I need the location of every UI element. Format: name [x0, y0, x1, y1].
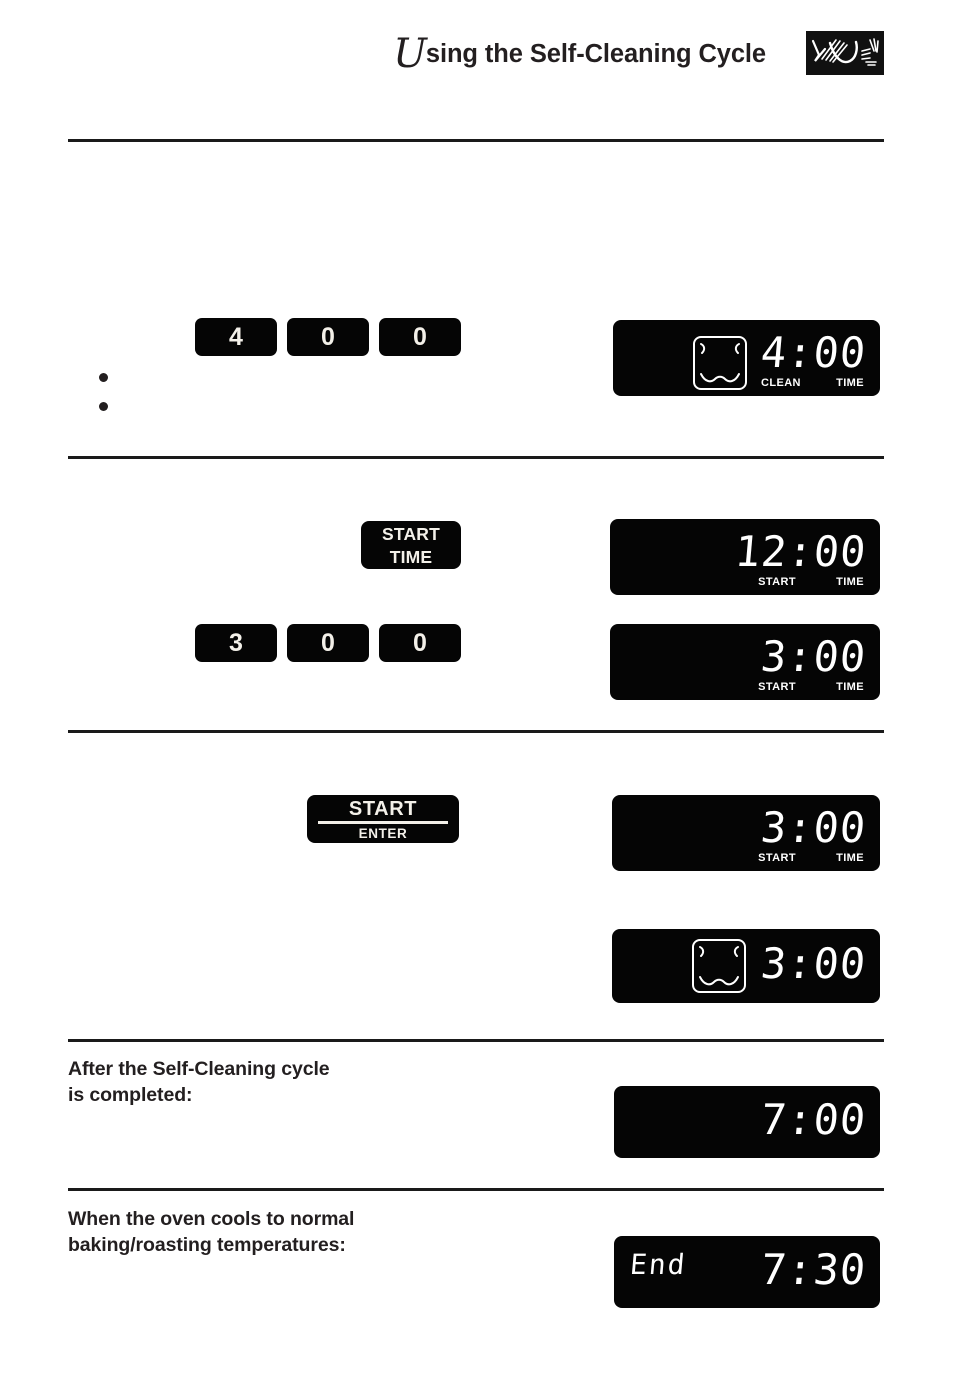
start-time-button[interactable]: START TIME [361, 521, 461, 569]
display-label-time: TIME [836, 681, 864, 693]
start-enter-button-line1: START [348, 798, 418, 820]
keypad-key-0-d[interactable]: 0 [379, 624, 461, 662]
display-value-1200: 12:00 [732, 527, 869, 576]
display-label-time: TIME [836, 377, 864, 389]
caption-cool-down: When the oven cools to normal baking/roa… [68, 1206, 354, 1258]
divider-rule-4 [68, 1039, 884, 1042]
display-label-start: START [758, 576, 796, 588]
display-value-300-b: 3:00 [758, 803, 869, 852]
divider-rule-2 [68, 456, 884, 459]
caption-cool-down-line2: baking/roasting temperatures: [68, 1234, 346, 1256]
bullet-point-2 [99, 402, 108, 411]
display-value-400: 4:00 [758, 328, 869, 377]
start-enter-button-line2: ENTER [358, 826, 408, 841]
divider-rule-3 [68, 730, 884, 733]
display-panel-end-730: End 7:30 [614, 1236, 880, 1308]
display-value-300-a: 3:00 [758, 632, 869, 681]
display-label-time: TIME [836, 576, 864, 588]
caption-after-cycle-line1: After the Self-Cleaning cycle [68, 1058, 330, 1080]
brush-stroke-logo-icon [806, 31, 884, 75]
display-value-730: 7:30 [758, 1245, 869, 1294]
display-panel-start-300-b: 3:00 START TIME [612, 795, 880, 871]
divider-rule-5 [68, 1188, 884, 1191]
keypad-row-400: 400 [195, 318, 461, 356]
start-enter-button-divider [318, 821, 448, 824]
caption-after-cycle-line2: is completed: [68, 1084, 193, 1106]
title-drop-cap: U [393, 31, 427, 77]
start-enter-button[interactable]: START ENTER [307, 795, 459, 843]
display-label-start: START [758, 852, 796, 864]
title-text: sing the Self-Cleaning Cycle [425, 40, 766, 68]
display-text-end: End [628, 1248, 689, 1281]
keypad-key-4[interactable]: 4 [195, 318, 277, 356]
page-title: Using the Self-Cleaning Cycle [393, 34, 766, 74]
keypad-row-300: 300 [195, 624, 461, 662]
divider-rule-1 [68, 139, 884, 142]
keypad-key-0-b[interactable]: 0 [379, 318, 461, 356]
display-panel-clean-400: CLEAN 4:00 TIME [613, 320, 880, 396]
display-panel-700: 7:00 [614, 1086, 880, 1158]
display-panel-start-1200: 12:00 START TIME [610, 519, 880, 595]
display-value-700: 7:00 [758, 1095, 869, 1144]
display-panel-start-300: 3:00 START TIME [610, 624, 880, 700]
keypad-key-0-a[interactable]: 0 [287, 318, 369, 356]
display-label-clean: CLEAN [761, 377, 801, 389]
display-panel-clean-300: 3:00 [612, 929, 880, 1003]
start-time-button-line2: TIME [389, 547, 433, 567]
clean-oven-icon [691, 334, 749, 392]
display-label-start: START [758, 681, 796, 693]
start-time-button-line1: START [381, 524, 441, 544]
caption-after-cycle: After the Self-Cleaning cycle is complet… [68, 1056, 330, 1108]
display-label-time: TIME [836, 852, 864, 864]
keypad-key-0-c[interactable]: 0 [287, 624, 369, 662]
bullet-point-1 [99, 373, 108, 382]
caption-cool-down-line1: When the oven cools to normal [68, 1208, 355, 1230]
keypad-key-3[interactable]: 3 [195, 624, 277, 662]
display-value-300-c: 3:00 [758, 939, 869, 988]
page-header: Using the Self-Cleaning Cycle [68, 26, 884, 88]
clean-oven-icon [690, 937, 748, 995]
